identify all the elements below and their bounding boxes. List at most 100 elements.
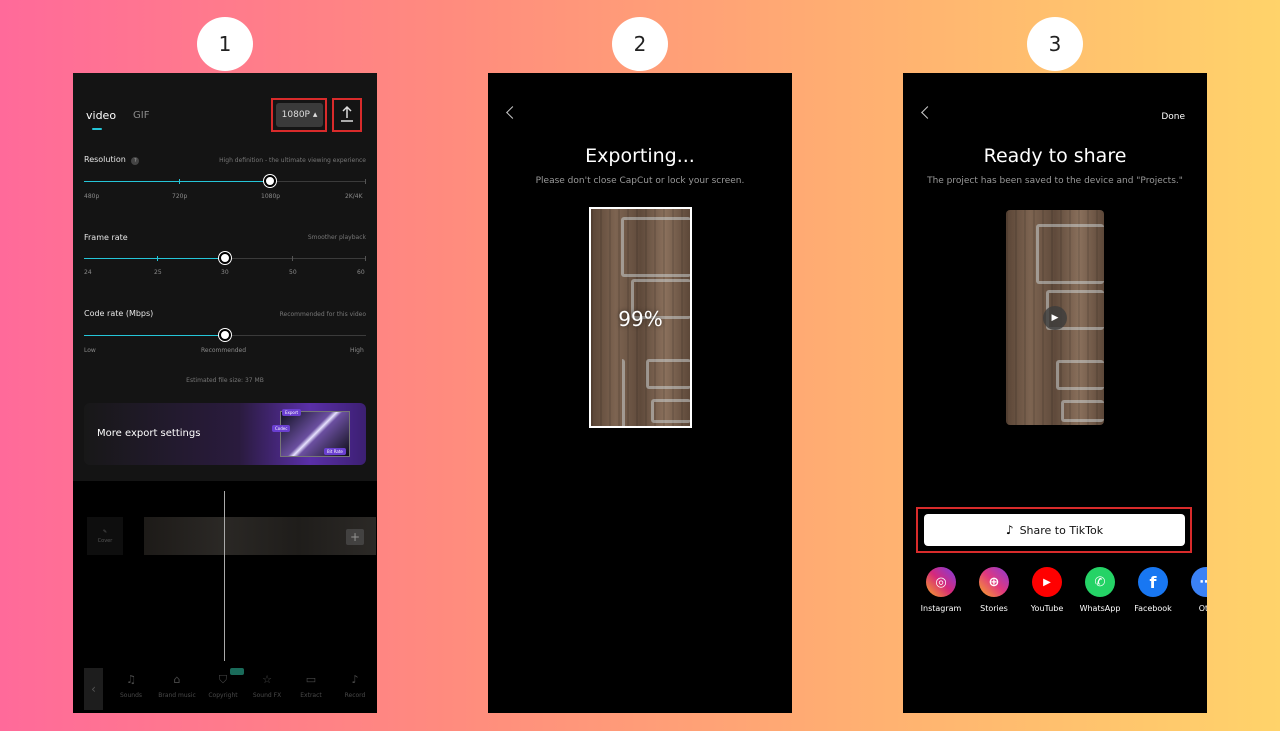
- share-instagram[interactable]: ◎ Instagram: [913, 567, 969, 613]
- resolution-tick-label: 480p: [84, 193, 100, 200]
- ready-to-share-screen: Done Ready to share The project has been…: [903, 73, 1207, 713]
- frame-rate-hint: Smoother playback: [307, 234, 366, 241]
- tool-brand-music[interactable]: ⌂ Brand music: [157, 673, 197, 699]
- code-rate-slider[interactable]: [84, 329, 366, 341]
- more-export-settings-card[interactable]: More export settings Export Codec Bit Ra…: [84, 403, 366, 465]
- youtube-icon: ▶: [1032, 567, 1062, 597]
- share-to-tiktok-label: Share to TikTok: [1019, 523, 1104, 537]
- share-whatsapp[interactable]: ✆ WhatsApp: [1072, 567, 1128, 613]
- music-note-icon: ♫: [126, 673, 136, 686]
- cover-thumbnail[interactable]: ✎ Cover: [87, 517, 123, 555]
- resolution-dropdown-button[interactable]: 1080P ▴: [276, 103, 323, 127]
- share-label: Facebook: [1134, 604, 1172, 613]
- video-clip-strip[interactable]: [144, 517, 376, 555]
- code-rate-tick-label: Low: [84, 347, 96, 354]
- share-label: Oth: [1198, 604, 1207, 613]
- code-rate-slider-knob[interactable]: [219, 329, 231, 341]
- bottom-toolbar: ‹ ♫ Sounds ⌂ Brand music ⛉ Copyright ☆ Sound…: [73, 665, 377, 713]
- tool-label: Brand music: [158, 692, 196, 699]
- video-preview[interactable]: ▶: [1006, 210, 1104, 425]
- share-label: Stories: [980, 604, 1008, 613]
- tool-extract[interactable]: ▭ Extract: [291, 673, 331, 699]
- back-chevron-icon[interactable]: [921, 106, 934, 119]
- card-tag-export: Export: [282, 409, 302, 416]
- frame-rate-label: Frame rate: [84, 233, 128, 242]
- brand-music-icon: ⌂: [173, 673, 181, 686]
- frame-rate-tick-label: 60: [357, 269, 365, 276]
- whatsapp-icon: ✆: [1085, 567, 1115, 597]
- tool-label: Sounds: [119, 692, 143, 699]
- share-facebook[interactable]: f Facebook: [1125, 567, 1181, 613]
- export-settings-panel: video GIF 1080P ▴ Resolution ? High defi…: [73, 73, 377, 481]
- export-progress-percent: 99%: [618, 307, 663, 331]
- microphone-icon: ♪: [351, 673, 359, 686]
- share-label: YouTube: [1030, 604, 1064, 613]
- tool-label: Record: [344, 692, 366, 699]
- timeline-area[interactable]: ✎ Cover + ‹ ♫ Sounds ⌂ Brand music ⛉ Copyri…: [73, 481, 377, 713]
- tool-label: Sound FX: [252, 692, 282, 699]
- cover-label: Cover: [97, 537, 113, 544]
- share-to-tiktok-button[interactable]: ♪ Share to TikTok: [924, 514, 1185, 546]
- exporting-subtitle: Please don't close CapCut or lock your s…: [535, 176, 745, 186]
- resolution-slider-knob[interactable]: [264, 175, 276, 187]
- playhead[interactable]: [224, 491, 225, 661]
- code-rate-tick-label: Recommended: [201, 347, 247, 354]
- add-clip-icon[interactable]: +: [346, 529, 364, 545]
- share-other[interactable]: ⋯ Oth: [1178, 567, 1207, 613]
- code-rate-label: Code rate (Mbps): [84, 309, 154, 318]
- code-rate-hint: Recommended for this video: [279, 311, 366, 318]
- frame-rate-tick-label: 24: [84, 269, 92, 276]
- tool-label: Copyright: [208, 692, 238, 699]
- share-stories[interactable]: ⊕ Stories: [966, 567, 1022, 613]
- back-chevron-icon[interactable]: [506, 106, 519, 119]
- folder-icon: ▭: [305, 673, 317, 686]
- frame-rate-tick-label: 50: [289, 269, 297, 276]
- card-tag-codec: Codec: [272, 425, 291, 432]
- estimated-file-size: Estimated file size: 37 MB: [186, 377, 264, 384]
- resolution-tick-label: 2K/4K: [345, 193, 363, 200]
- resolution-hint: High definition - the ultimate viewing e…: [219, 157, 366, 164]
- export-settings-screen: video GIF 1080P ▴ Resolution ? High defi…: [73, 73, 377, 713]
- share-label: WhatsApp: [1079, 604, 1121, 613]
- done-button[interactable]: Done: [1161, 112, 1185, 122]
- exporting-screen: Exporting... Please don't close CapCut o…: [488, 73, 792, 713]
- shield-icon: ⛉: [218, 673, 228, 686]
- star-icon: ☆: [262, 673, 272, 686]
- tool-copyright[interactable]: ⛉ Copyright: [203, 673, 243, 699]
- tool-sounds[interactable]: ♫ Sounds: [111, 673, 151, 699]
- facebook-icon: f: [1138, 567, 1168, 597]
- tiktok-icon: ♪: [1005, 523, 1014, 537]
- card-tag-bitrate: Bit Rate: [324, 448, 346, 455]
- resolution-slider[interactable]: [84, 175, 366, 187]
- step-badge-1: 1: [197, 17, 253, 71]
- ready-subtitle: The project has been saved to the device…: [927, 176, 1183, 186]
- resolution-tick-label: 720p: [172, 193, 188, 200]
- help-icon[interactable]: ?: [131, 157, 140, 165]
- frame-rate-slider-knob[interactable]: [219, 252, 231, 264]
- frame-rate-slider[interactable]: [84, 252, 366, 264]
- stories-icon: ⊕: [979, 567, 1009, 597]
- chevron-left-icon[interactable]: ‹: [84, 668, 103, 710]
- code-rate-tick-label: High: [350, 347, 364, 354]
- share-youtube[interactable]: ▶ YouTube: [1019, 567, 1075, 613]
- more-export-settings-label: More export settings: [97, 428, 201, 439]
- tab-gif[interactable]: GIF: [133, 110, 149, 121]
- tool-sound-fx[interactable]: ☆ Sound FX: [247, 673, 287, 699]
- step-badge-2: 2: [612, 17, 668, 71]
- instagram-icon: ◎: [926, 567, 956, 597]
- frame-rate-tick-label: 30: [221, 269, 229, 276]
- upload-icon[interactable]: [338, 105, 356, 123]
- resolution-tick-label: 1080p: [261, 193, 281, 200]
- edit-icon: ✎: [102, 528, 108, 535]
- play-icon[interactable]: ▶: [1043, 306, 1067, 330]
- tool-record[interactable]: ♪ Record: [335, 673, 375, 699]
- step-badge-3: 3: [1027, 17, 1083, 71]
- exporting-title: Exporting...: [585, 145, 695, 167]
- tab-video[interactable]: video: [86, 109, 116, 130]
- frame-rate-tick-label: 25: [154, 269, 162, 276]
- more-dots-icon: ⋯: [1191, 567, 1207, 597]
- share-label: Instagram: [920, 604, 962, 613]
- export-preview: 99%: [589, 207, 692, 428]
- ready-title: Ready to share: [983, 145, 1127, 167]
- tool-label: Extract: [300, 692, 322, 699]
